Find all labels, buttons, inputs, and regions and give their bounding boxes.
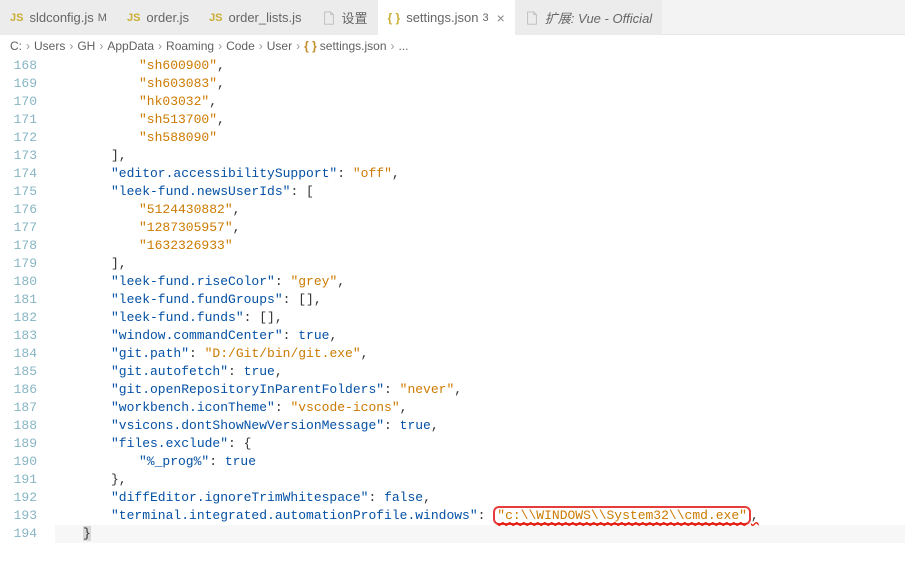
code-line[interactable]: "editor.accessibilitySupport": "off",	[55, 165, 905, 183]
line-number: 171	[0, 111, 37, 129]
line-number: 174	[0, 165, 37, 183]
breadcrumb-segment[interactable]: settings.json	[320, 39, 387, 53]
line-number: 180	[0, 273, 37, 291]
line-number: 182	[0, 309, 37, 327]
line-number: 184	[0, 345, 37, 363]
tab-0[interactable]: JS sldconfig.js M	[0, 0, 117, 35]
chevron-right-icon: ›	[99, 39, 103, 53]
code-line[interactable]: "5124430882",	[55, 201, 905, 219]
json-file-icon: { }	[304, 39, 317, 53]
tab-label: 设置	[342, 8, 368, 27]
line-number: 177	[0, 219, 37, 237]
chevron-right-icon: ›	[259, 39, 263, 53]
tab-3[interactable]: 设置	[312, 0, 378, 35]
breadcrumb-segment[interactable]: Roaming	[166, 39, 214, 53]
close-icon[interactable]: ×	[497, 10, 505, 26]
tab-label: settings.json	[406, 10, 478, 25]
line-number: 169	[0, 75, 37, 93]
code-line[interactable]: "leek-fund.funds": [],	[55, 309, 905, 327]
code-line[interactable]: "sh513700",	[55, 111, 905, 129]
tab-label: order.js	[146, 10, 189, 25]
tab-modified-badge: 3	[482, 12, 488, 24]
code-line[interactable]: "terminal.integrated.automationProfile.w…	[55, 507, 905, 525]
code-line[interactable]: "git.openRepositoryInParentFolders": "ne…	[55, 381, 905, 399]
chevron-right-icon: ›	[158, 39, 162, 53]
breadcrumb-segment[interactable]: C:	[10, 39, 22, 53]
line-number-gutter: 1681691701711721731741751761771781791801…	[0, 57, 55, 543]
code-area[interactable]: "sh600900","sh603083","hk03032","sh51370…	[55, 57, 905, 543]
json-file-icon: { }	[388, 11, 401, 25]
breadcrumb[interactable]: C: › Users › GH › AppData › Roaming › Code › User › { …	[0, 35, 905, 57]
code-line[interactable]: "workbench.iconTheme": "vscode-icons",	[55, 399, 905, 417]
tab-2[interactable]: JS order_lists.js	[199, 0, 311, 35]
code-line[interactable]: "files.exclude": {	[55, 435, 905, 453]
line-number: 186	[0, 381, 37, 399]
line-number: 191	[0, 471, 37, 489]
line-number: 175	[0, 183, 37, 201]
code-line[interactable]: "hk03032",	[55, 93, 905, 111]
code-line[interactable]: "leek-fund.newsUserIds": [	[55, 183, 905, 201]
breadcrumb-segment[interactable]: GH	[77, 39, 95, 53]
breadcrumb-segment[interactable]: Code	[226, 39, 255, 53]
file-icon	[322, 11, 336, 25]
code-line[interactable]: },	[55, 471, 905, 489]
tab-1[interactable]: JS order.js	[117, 0, 199, 35]
js-file-icon: JS	[10, 12, 23, 24]
chevron-right-icon: ›	[218, 39, 222, 53]
editor: 1681691701711721731741751761771781791801…	[0, 57, 905, 543]
code-line[interactable]: "git.autofetch": true,	[55, 363, 905, 381]
line-number: 170	[0, 93, 37, 111]
line-number: 176	[0, 201, 37, 219]
code-line[interactable]: "leek-fund.fundGroups": [],	[55, 291, 905, 309]
breadcrumb-segment[interactable]: AppData	[107, 39, 154, 53]
breadcrumb-segment[interactable]: ...	[399, 39, 409, 53]
code-line[interactable]: "sh588090"	[55, 129, 905, 147]
chevron-right-icon: ›	[69, 39, 73, 53]
code-line[interactable]: ],	[55, 255, 905, 273]
breadcrumb-segment[interactable]: User	[267, 39, 292, 53]
line-number: 189	[0, 435, 37, 453]
line-number: 183	[0, 327, 37, 345]
line-number: 192	[0, 489, 37, 507]
line-number: 172	[0, 129, 37, 147]
tab-label: order_lists.js	[229, 10, 302, 25]
chevron-right-icon: ›	[26, 39, 30, 53]
breadcrumb-segment[interactable]: Users	[34, 39, 65, 53]
tab-4[interactable]: { } settings.json 3 ×	[378, 0, 515, 35]
code-line[interactable]: "git.path": "D:/Git/bin/git.exe",	[55, 345, 905, 363]
line-number: 173	[0, 147, 37, 165]
tab-bar: JS sldconfig.js M JS order.js JS order_lists.j…	[0, 0, 905, 35]
tab-modified-badge: M	[98, 12, 107, 24]
line-number: 188	[0, 417, 37, 435]
tab-label: sldconfig.js	[29, 10, 93, 25]
line-number: 194	[0, 525, 37, 543]
code-line[interactable]: "sh600900",	[55, 57, 905, 75]
line-number: 178	[0, 237, 37, 255]
line-number: 185	[0, 363, 37, 381]
code-line[interactable]: "vsicons.dontShowNewVersionMessage": tru…	[55, 417, 905, 435]
line-number: 190	[0, 453, 37, 471]
chevron-right-icon: ›	[391, 39, 395, 53]
line-number: 193	[0, 507, 37, 525]
tab-label: 扩展: Vue - Official	[545, 8, 652, 27]
file-icon	[525, 11, 539, 25]
code-line[interactable]: "1287305957",	[55, 219, 905, 237]
code-line[interactable]: }	[55, 525, 905, 543]
chevron-right-icon: ›	[296, 39, 300, 53]
js-file-icon: JS	[209, 12, 222, 24]
line-number: 187	[0, 399, 37, 417]
code-line[interactable]: "diffEditor.ignoreTrimWhitespace": false…	[55, 489, 905, 507]
code-line[interactable]: "%_prog%": true	[55, 453, 905, 471]
code-line[interactable]: "1632326933"	[55, 237, 905, 255]
highlighted-error-value: "c:\\WINDOWS\\System32\\cmd.exe"	[493, 506, 751, 525]
line-number: 179	[0, 255, 37, 273]
code-line[interactable]: "sh603083",	[55, 75, 905, 93]
code-line[interactable]: ],	[55, 147, 905, 165]
line-number: 168	[0, 57, 37, 75]
line-number: 181	[0, 291, 37, 309]
code-line[interactable]: "window.commandCenter": true,	[55, 327, 905, 345]
code-line[interactable]: "leek-fund.riseColor": "grey",	[55, 273, 905, 291]
js-file-icon: JS	[127, 12, 140, 24]
tab-5[interactable]: 扩展: Vue - Official	[515, 0, 662, 35]
